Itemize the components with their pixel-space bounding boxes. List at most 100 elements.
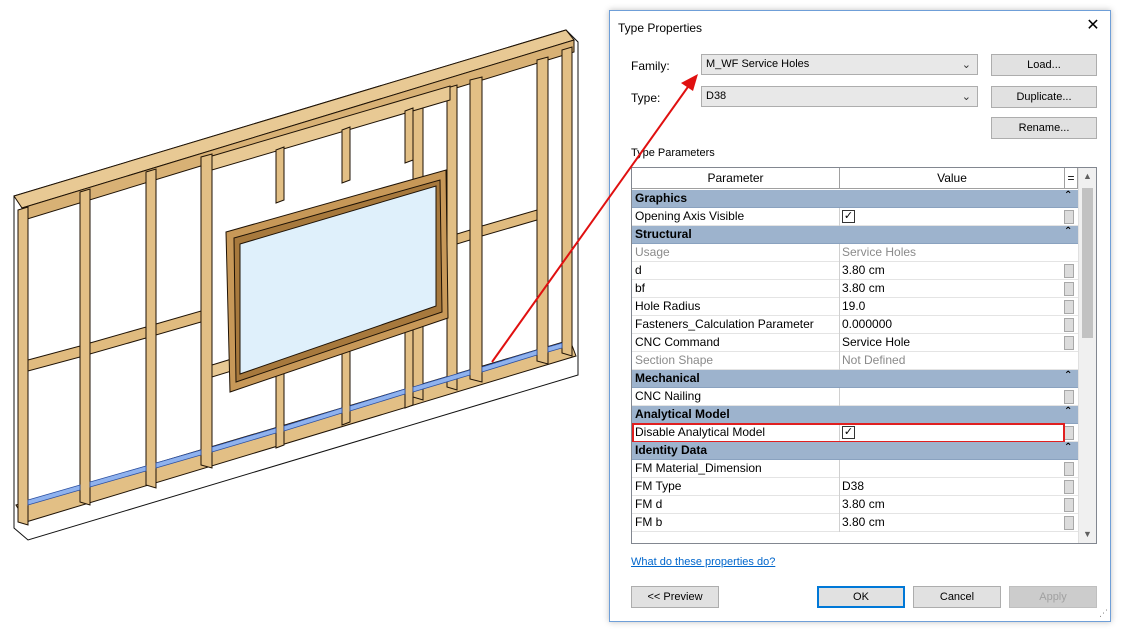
group-name: Mechanical	[635, 371, 700, 385]
grid-header: Parameter Value =	[632, 168, 1078, 189]
associate-parameter-button[interactable]	[1064, 462, 1074, 476]
associate-parameter-button[interactable]	[1064, 516, 1074, 530]
parameter-name: Opening Axis Visible	[635, 209, 745, 223]
group-header-row[interactable]: Identity Data ⌃	[632, 442, 1078, 460]
parameter-name: Fasteners_Calculation Parameter	[635, 317, 814, 331]
associate-parameter-button[interactable]	[1064, 210, 1074, 224]
associate-parameter-button[interactable]	[1064, 318, 1074, 332]
group-name: Graphics	[635, 191, 688, 205]
apply-button[interactable]: Apply	[1009, 586, 1097, 608]
associate-parameter-button[interactable]	[1064, 426, 1074, 440]
parameter-value: 3.80 cm	[842, 515, 885, 529]
cancel-button[interactable]: Cancel	[913, 586, 1001, 608]
associate-parameter-button[interactable]	[1064, 390, 1074, 404]
parameter-name: d	[635, 263, 642, 277]
wall-frame	[13, 29, 579, 541]
column-parameter[interactable]: Parameter	[632, 168, 840, 189]
group-header-row[interactable]: Graphics ⌃	[632, 190, 1078, 208]
wall-frame-illustration	[13, 29, 579, 541]
group-name: Structural	[635, 227, 692, 241]
associate-parameter-button[interactable]	[1064, 336, 1074, 350]
value-cell[interactable]	[839, 460, 1064, 478]
value-cell[interactable]	[839, 388, 1064, 406]
parameter-name: bf	[635, 281, 646, 295]
value-checkbox[interactable]: ✓	[842, 210, 855, 223]
help-link[interactable]: What do these properties do?	[631, 556, 775, 568]
parameters-grid: Parameter Value = Graphics ⌃ Opening Axis …	[631, 167, 1097, 544]
type-parameters-label: Type Parameters	[631, 147, 715, 159]
parameter-row[interactable]: CNC Command Service Hole	[632, 334, 1078, 352]
parameter-row[interactable]: Hole Radius 19.0	[632, 298, 1078, 316]
parameter-value: 3.80 cm	[842, 263, 885, 277]
collapse-up-icon[interactable]: ⌃	[1064, 226, 1072, 237]
chevron-down-icon: ⌄	[961, 91, 971, 103]
highlight-box	[632, 423, 1065, 443]
parameter-value: 3.80 cm	[842, 497, 885, 511]
parameter-row[interactable]: d 3.80 cm	[632, 262, 1078, 280]
associate-parameter-button[interactable]	[1064, 300, 1074, 314]
family-dropdown[interactable]: M_WF Service Holes ⌄	[701, 54, 978, 75]
parameter-row[interactable]: FM Type D38	[632, 478, 1078, 496]
parameter-name: FM b	[635, 515, 663, 529]
column-value[interactable]: Value	[840, 168, 1065, 189]
load-button[interactable]: Load...	[991, 54, 1097, 76]
associate-parameter-button[interactable]	[1064, 282, 1074, 296]
group-name: Analytical Model	[635, 407, 730, 421]
value-cell[interactable]	[839, 478, 1064, 496]
parameter-row[interactable]: FM Material_Dimension	[632, 460, 1078, 478]
scroll-down-icon[interactable]: ▼	[1079, 526, 1096, 543]
parameter-name: CNC Nailing	[635, 389, 702, 403]
type-properties-dialog: Type Properties ✕ Family: M_WF Service H…	[609, 10, 1111, 622]
group-header-row[interactable]: Structural ⌃	[632, 226, 1078, 244]
type-label: Type:	[631, 91, 661, 105]
parameter-row[interactable]: FM d 3.80 cm	[632, 496, 1078, 514]
parameter-row[interactable]: Opening Axis Visible ✓	[632, 208, 1078, 226]
chevron-down-icon: ⌄	[961, 59, 971, 71]
parameter-value: Service Hole	[842, 335, 911, 349]
parameter-value: 0.000000	[842, 317, 893, 331]
parameter-value: 19.0	[842, 299, 866, 313]
group-name: Identity Data	[635, 443, 708, 457]
parameter-value: 3.80 cm	[842, 281, 885, 295]
parameter-value: Service Holes	[842, 245, 917, 259]
associate-parameter-button[interactable]	[1064, 264, 1074, 278]
parameter-name: Hole Radius	[635, 299, 701, 313]
collapse-up-icon[interactable]: ⌃	[1064, 370, 1072, 381]
associate-parameter-button[interactable]	[1064, 498, 1074, 512]
parameter-row[interactable]: FM b 3.80 cm	[632, 514, 1078, 532]
ok-button[interactable]: OK	[817, 586, 905, 608]
collapse-up-icon[interactable]: ⌃	[1064, 190, 1072, 201]
top-plate	[13, 29, 575, 209]
parameter-value: D38	[842, 479, 865, 493]
scroll-up-icon[interactable]: ▲	[1079, 168, 1096, 185]
duplicate-button[interactable]: Duplicate...	[991, 86, 1097, 108]
type-dropdown[interactable]: D38 ⌄	[701, 86, 978, 107]
collapse-up-icon[interactable]: ⌃	[1064, 442, 1072, 453]
parameter-value: Not Defined	[842, 353, 906, 367]
scroll-thumb[interactable]	[1082, 188, 1093, 338]
parameter-name: Usage	[635, 245, 670, 259]
parameter-row[interactable]: Fasteners_Calculation Parameter 0.000000	[632, 316, 1078, 334]
parameter-name: CNC Command	[635, 335, 720, 349]
value-cell[interactable]	[839, 298, 1064, 316]
value-cell[interactable]	[839, 208, 1064, 226]
associate-parameter-button[interactable]	[1064, 480, 1074, 494]
group-header-row[interactable]: Mechanical ⌃	[632, 370, 1078, 388]
parameter-row[interactable]: Usage Service Holes	[632, 244, 1078, 262]
parameter-row[interactable]: CNC Nailing	[632, 388, 1078, 406]
family-label: Family:	[631, 59, 670, 73]
rename-button[interactable]: Rename...	[991, 117, 1097, 139]
parameter-row[interactable]: bf 3.80 cm	[632, 280, 1078, 298]
top-plate-2	[21, 39, 575, 221]
vertical-scrollbar[interactable]: ▲ ▼	[1078, 168, 1096, 543]
parameter-name: FM Type	[635, 479, 682, 493]
parameter-name: FM d	[635, 497, 663, 511]
column-eq[interactable]: =	[1065, 168, 1078, 189]
resize-grip-icon[interactable]: ⋰	[1099, 608, 1108, 619]
close-icon[interactable]: ✕	[1084, 17, 1102, 35]
family-value: M_WF Service Holes	[706, 58, 810, 70]
collapse-up-icon[interactable]: ⌃	[1064, 406, 1072, 417]
group-header-row[interactable]: Analytical Model ⌃	[632, 406, 1078, 424]
parameter-row[interactable]: Section Shape Not Defined	[632, 352, 1078, 370]
preview-button[interactable]: << Preview	[631, 586, 719, 608]
